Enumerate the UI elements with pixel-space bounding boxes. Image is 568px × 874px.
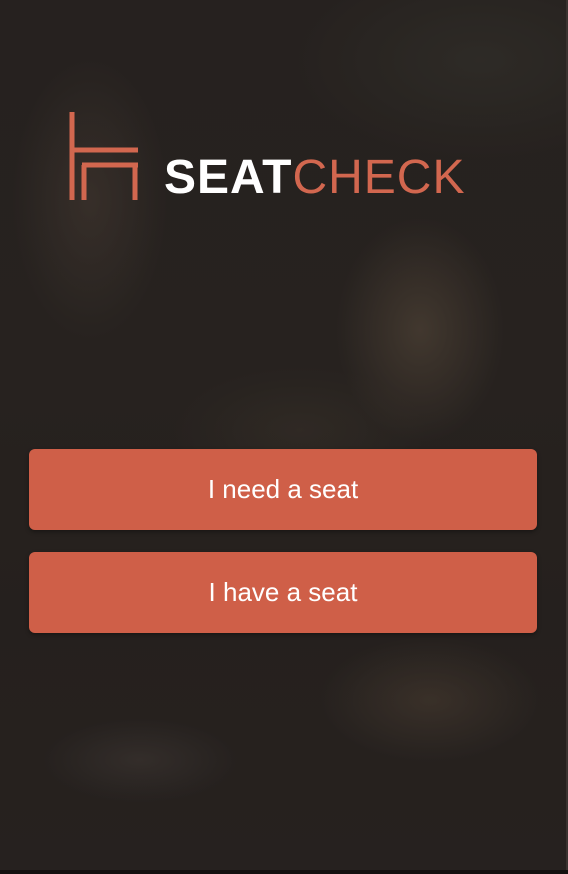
need-seat-button[interactable]: I need a seat [29, 449, 537, 530]
have-seat-button[interactable]: I have a seat [29, 552, 537, 633]
app-logo: SEATCHECK [68, 112, 508, 204]
screen-bottom-edge [0, 870, 568, 874]
wordmark-seat: SEAT [164, 151, 293, 204]
wordmark-check: CHECK [292, 151, 466, 204]
welcome-screen: SEATCHECK I need a seat I have a seat [0, 0, 568, 874]
chair-logo-icon [69, 112, 138, 200]
app-wordmark: SEATCHECK [164, 154, 465, 202]
